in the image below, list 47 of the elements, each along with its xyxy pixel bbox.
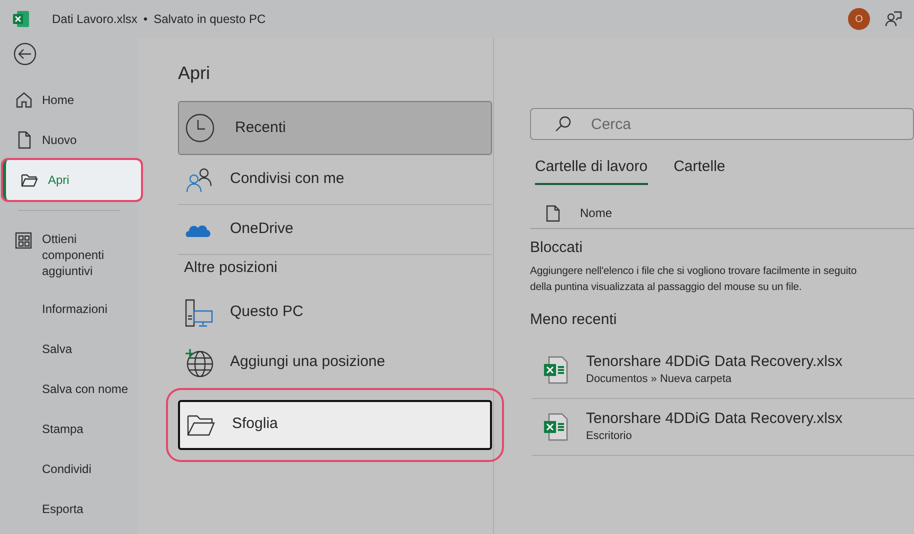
tab[interactable]: Cartelle di lavoro [535,156,648,184]
sidebar-item[interactable]: Salva [0,329,138,369]
file-path: Escritorio [586,428,633,444]
sidebar-item-icon [14,231,34,251]
file-path: Documentos » Nueva carpeta [586,372,733,386]
location-item[interactable]: Condivisi con me [178,155,492,205]
pinned-hint-text: della puntina visualizzata al passaggio del mouse su un file. [530,280,802,295]
recent-file-row[interactable]: Tenorshare 4DDiG Data Recovery.xlsx Escritorio [532,398,914,456]
location-item[interactable]: Aggiungi una posizione [178,338,492,388]
computer-icon [184,298,214,328]
column-header[interactable]: Nome [580,204,612,222]
sidebar-item[interactable]: Nuovo [0,120,138,160]
file-name: Dati Lavoro.xlsx [52,11,138,28]
excel-file-icon [544,356,568,384]
sidebar-item[interactable]: Apri [3,160,141,200]
page-title: Apri [178,62,212,85]
location-item[interactable]: OneDrive [178,205,492,255]
sidebar-item[interactable]: Salva con nome [0,369,138,409]
user-avatar[interactable]: O [848,8,870,30]
sidebar-item[interactable]: Informazioni [0,289,138,329]
search-field[interactable]: Cerca [530,108,914,140]
location-item[interactable]: Questo PC [178,288,492,338]
sidebar-item[interactable]: Condividi [0,449,138,489]
sidebar-item[interactable]: Ottieni componenti aggiuntivi [0,221,138,289]
section-heading: Bloccati [530,238,584,258]
search-icon [554,115,572,133]
location-item[interactable]: Recenti [178,101,492,155]
file-name: Tenorshare 4DDiG Data Recovery.xlsx [586,352,842,370]
file-icon [546,204,560,222]
feedback-icon [884,10,902,28]
globe-plus-icon [184,348,214,378]
back-button[interactable] [13,42,37,66]
excel-file-icon [544,412,568,440]
save-status: Salvato in questo PC [154,11,266,28]
tab[interactable]: Cartelle [674,156,726,184]
clock-icon [185,113,215,143]
sidebar-item[interactable]: Stampa [0,409,138,449]
sidebar-item[interactable]: Home [0,80,138,120]
section-heading: Altre posizioni [184,258,278,278]
recent-file-row[interactable]: Tenorshare 4DDiG Data Recovery.xlsx Documentos » Nueva carpeta [532,342,914,398]
pinned-hint-text: Aggiungere nell'elenco i file che si vogliono trovare facilmente in seguito [530,264,857,279]
sidebar-item-icon [14,90,34,110]
file-name: Tenorshare 4DDiG Data Recovery.xlsx [586,410,842,428]
section-heading: Meno recenti [530,310,618,330]
sidebar-item[interactable]: Esporta [0,489,138,529]
excel-logo-icon [12,10,30,28]
separator-dot: • [143,11,148,28]
